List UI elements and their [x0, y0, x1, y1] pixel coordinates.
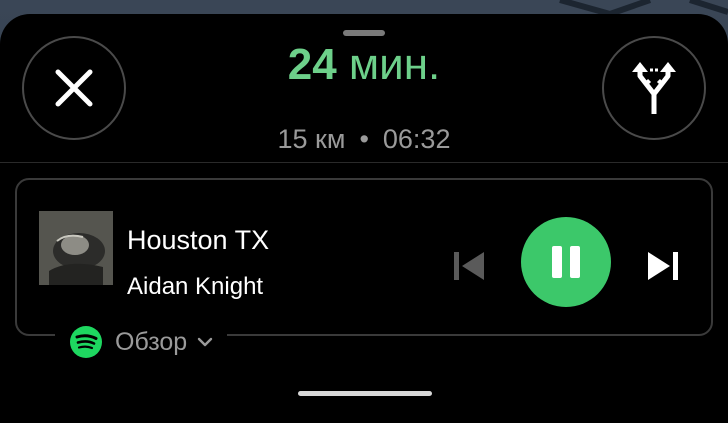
skip-next-icon	[648, 252, 678, 280]
eta-duration: 24 мин.	[200, 40, 528, 90]
divider	[0, 162, 728, 163]
pause-icon	[552, 246, 580, 278]
spotify-icon	[70, 326, 102, 358]
media-source-selector[interactable]: Обзор	[55, 326, 228, 358]
skip-previous-icon	[454, 252, 484, 280]
close-icon	[55, 69, 93, 107]
home-indicator[interactable]	[298, 391, 432, 396]
separator-dot: •	[359, 124, 369, 154]
eta-unit: мин.	[348, 40, 441, 89]
arrival-time: 06:32	[382, 124, 451, 154]
skip-next-button[interactable]	[641, 244, 685, 288]
media-player-card[interactable]: Houston TX Aidan Knight Обзор	[15, 178, 713, 358]
chevron-down-icon	[197, 337, 213, 347]
pause-button[interactable]	[521, 217, 611, 307]
route-options-button[interactable]	[602, 36, 706, 140]
eta-minutes: 24	[287, 40, 337, 89]
source-label: Обзор	[115, 328, 188, 356]
close-navigation-button[interactable]	[22, 36, 126, 140]
drag-handle[interactable]	[343, 30, 385, 36]
alternate-routes-icon	[632, 62, 676, 114]
trip-distance: 15 км	[277, 124, 346, 154]
album-art	[39, 211, 113, 285]
track-artist: Aidan Knight	[127, 273, 264, 300]
trip-details: 15 км • 06:32	[200, 124, 528, 154]
skip-previous-button[interactable]	[447, 244, 491, 288]
navigation-bottom-sheet: 24 мин. 15 км•06:32 Houston TX Aidan K	[0, 14, 728, 423]
track-title: Houston TX	[127, 225, 270, 255]
